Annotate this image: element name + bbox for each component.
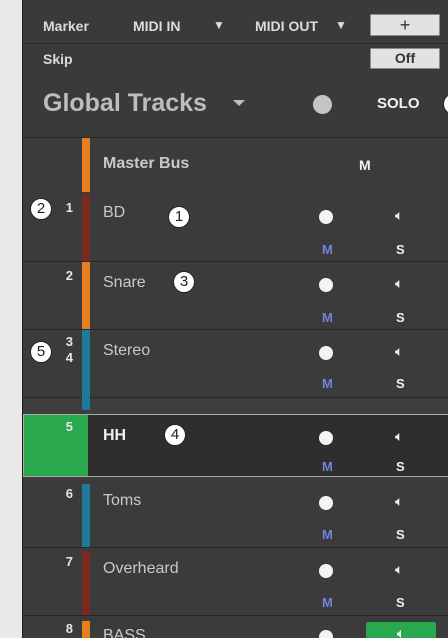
solo-button[interactable]: S bbox=[396, 376, 405, 391]
add-track-button[interactable]: + bbox=[370, 14, 440, 36]
track-row[interactable]: 1 BD 🔈︎ M S bbox=[23, 194, 448, 262]
tracks-panel: Marker MIDI IN ▼ MIDI OUT ▼ + Skip Off G… bbox=[22, 0, 448, 638]
mute-button[interactable]: M bbox=[322, 376, 333, 391]
record-arm-icon[interactable] bbox=[319, 431, 333, 445]
speaker-icon[interactable]: 🔈︎ bbox=[395, 493, 403, 510]
master-mute-button[interactable]: M bbox=[359, 157, 371, 173]
track-color-strip bbox=[82, 262, 90, 329]
record-arm-icon[interactable] bbox=[319, 278, 333, 292]
track-row-selected[interactable]: 5 HH 🔈︎ M S bbox=[23, 414, 448, 477]
track-row[interactable]: 6 Toms 🔈︎ M S bbox=[23, 480, 448, 548]
track-color-strip bbox=[82, 138, 90, 192]
track-name[interactable]: BASS bbox=[103, 627, 146, 638]
solo-button[interactable]: S bbox=[396, 527, 405, 542]
record-arm-icon[interactable] bbox=[319, 210, 333, 224]
skip-toggle[interactable]: Off bbox=[370, 48, 440, 69]
mute-button[interactable]: M bbox=[322, 310, 333, 325]
track-number: 4 bbox=[65, 350, 73, 365]
track-name[interactable]: Stereo bbox=[103, 342, 150, 360]
solo-button[interactable]: S bbox=[396, 595, 405, 610]
track-color-strip bbox=[82, 484, 90, 547]
selected-track-highlight bbox=[24, 415, 88, 476]
mute-button[interactable]: M bbox=[322, 242, 333, 257]
track-color-strip bbox=[82, 551, 90, 615]
mute-button[interactable]: M bbox=[322, 459, 333, 474]
track-name[interactable]: Snare bbox=[103, 274, 146, 292]
track-number: 8 bbox=[65, 621, 73, 636]
global-tracks-header: Global Tracks SOLO bbox=[23, 70, 448, 138]
callout-marker-6 bbox=[443, 93, 448, 115]
record-arm-icon[interactable] bbox=[319, 564, 333, 578]
track-number: 1 bbox=[65, 200, 73, 215]
global-tracks-title[interactable]: Global Tracks bbox=[43, 89, 207, 118]
solo-button[interactable]: S bbox=[396, 242, 405, 257]
record-arm-icon[interactable] bbox=[319, 346, 333, 360]
track-name[interactable]: Toms bbox=[103, 492, 141, 510]
track-name[interactable]: Overheard bbox=[103, 560, 179, 578]
track-row[interactable]: 7 Overheard 🔈︎ M S bbox=[23, 548, 448, 616]
callout-marker-4: 4 bbox=[164, 424, 186, 446]
record-arm-icon[interactable] bbox=[313, 95, 332, 114]
global-tracks-dropdown-icon[interactable] bbox=[233, 100, 245, 106]
track-name[interactable]: BD bbox=[103, 204, 125, 222]
mute-button[interactable]: M bbox=[322, 595, 333, 610]
track-number: 7 bbox=[65, 554, 73, 569]
midi-in-label[interactable]: MIDI IN bbox=[133, 18, 180, 34]
solo-button[interactable]: S bbox=[396, 310, 405, 325]
speaker-icon[interactable]: 🔈︎ bbox=[395, 207, 403, 224]
toolbar: Marker MIDI IN ▼ MIDI OUT ▼ + Skip Off bbox=[23, 0, 448, 70]
track-color-strip bbox=[82, 621, 90, 638]
track-number: 2 bbox=[65, 268, 73, 283]
speaker-icon[interactable]: 🔈︎ bbox=[395, 561, 403, 578]
midi-out-dropdown-icon[interactable]: ▼ bbox=[335, 18, 347, 32]
callout-marker-3: 3 bbox=[173, 271, 195, 293]
midi-out-label[interactable]: MIDI OUT bbox=[255, 18, 318, 34]
record-arm-icon[interactable] bbox=[319, 496, 333, 510]
track-color-strip bbox=[82, 330, 90, 410]
master-bus-name: Master Bus bbox=[103, 155, 190, 172]
toolbar-divider bbox=[23, 43, 448, 44]
solo-button[interactable]: S bbox=[396, 459, 405, 474]
callout-marker-5: 5 bbox=[30, 341, 52, 363]
track-number: 3 bbox=[65, 334, 73, 349]
speaker-icon[interactable]: 🔈︎ bbox=[395, 428, 403, 445]
midi-in-dropdown-icon[interactable]: ▼ bbox=[213, 18, 225, 32]
track-number: 5 bbox=[65, 419, 73, 434]
callout-marker-2: 2 bbox=[30, 198, 52, 220]
track-color-strip bbox=[82, 194, 90, 261]
solo-button[interactable]: SOLO bbox=[377, 95, 420, 112]
mute-button[interactable]: M bbox=[322, 527, 333, 542]
track-name[interactable]: HH bbox=[103, 427, 126, 445]
track-row[interactable]: 8 BASS 🔈︎ bbox=[23, 616, 448, 638]
speaker-icon[interactable]: 🔈︎ bbox=[395, 343, 403, 360]
track-row[interactable]: 3 4 Stereo 🔈︎ M S bbox=[23, 330, 448, 410]
callout-marker-1: 1 bbox=[168, 206, 190, 228]
record-arm-icon[interactable] bbox=[319, 630, 333, 638]
speaker-icon[interactable]: 🔈︎ bbox=[395, 275, 403, 292]
skip-label: Skip bbox=[43, 51, 73, 67]
track-row[interactable]: 2 Snare 🔈︎ M S bbox=[23, 262, 448, 330]
speaker-active-icon[interactable]: 🔈︎ bbox=[366, 622, 436, 638]
marker-button[interactable]: Marker bbox=[43, 18, 89, 34]
track-number: 6 bbox=[65, 486, 73, 501]
